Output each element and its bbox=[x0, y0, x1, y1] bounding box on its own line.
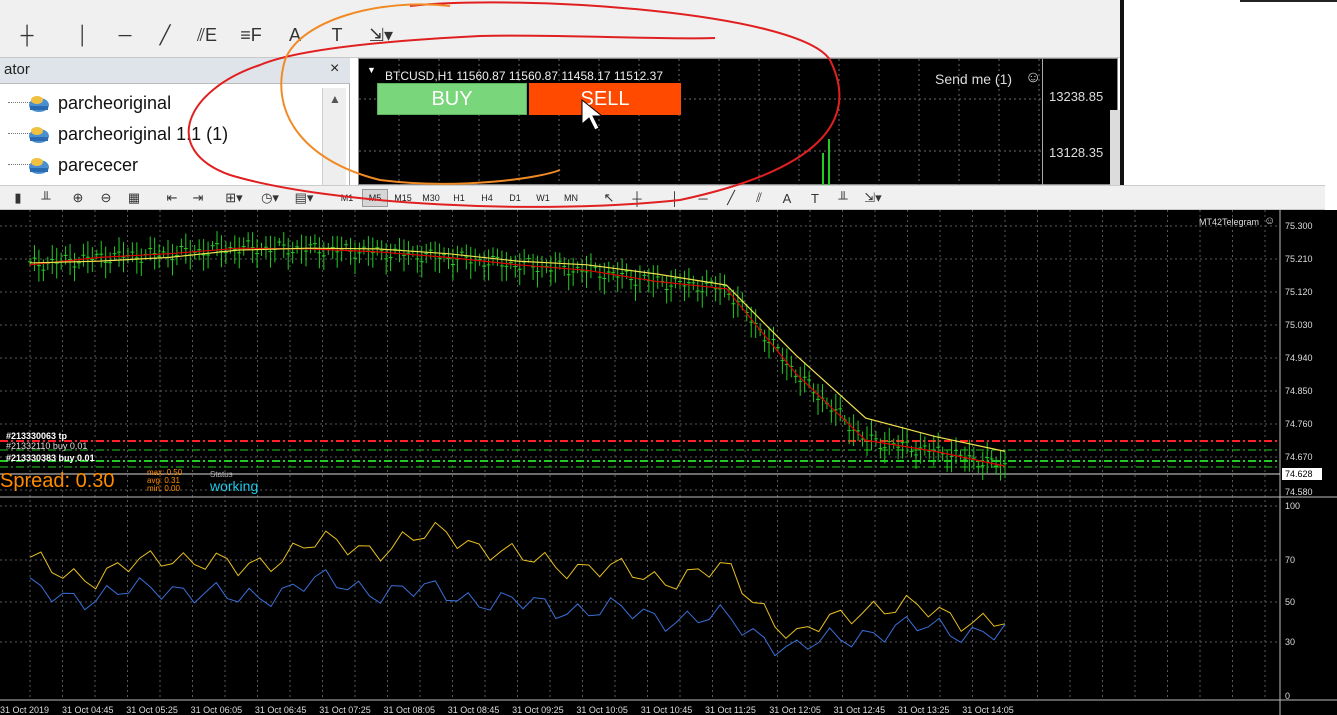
order-label: #213330383 buy 0.01 bbox=[6, 453, 95, 463]
annotation-red-circle bbox=[187, 1, 841, 208]
spread-stat: min: 0.00 bbox=[147, 485, 182, 493]
spread-stat-value: 0.00 bbox=[164, 484, 180, 493]
screenshot-root: ┼ │ ─ ╱ ⫽E ≡F A T ⇲▾ ator × parcheoriginal parche… bbox=[0, 0, 1337, 715]
spread-stats: max: 0.50 avg: 0.31 min: 0.00 bbox=[147, 469, 182, 493]
status-value: working bbox=[210, 478, 259, 494]
smiley-icon: ☺ bbox=[1264, 215, 1276, 227]
spread-label: Spread: 0.30 bbox=[0, 470, 115, 492]
order-label: #213330063 tp bbox=[6, 431, 68, 441]
annotation-orange-circle bbox=[280, 3, 561, 185]
annotation-overlay bbox=[187, 1, 841, 208]
order-label: #21332110 buy 0.01 bbox=[6, 441, 88, 451]
spread-stat-label: min: bbox=[147, 484, 163, 493]
mouse-cursor-icon bbox=[581, 98, 604, 131]
watermark-label: MT42Telegram bbox=[1199, 217, 1260, 227]
